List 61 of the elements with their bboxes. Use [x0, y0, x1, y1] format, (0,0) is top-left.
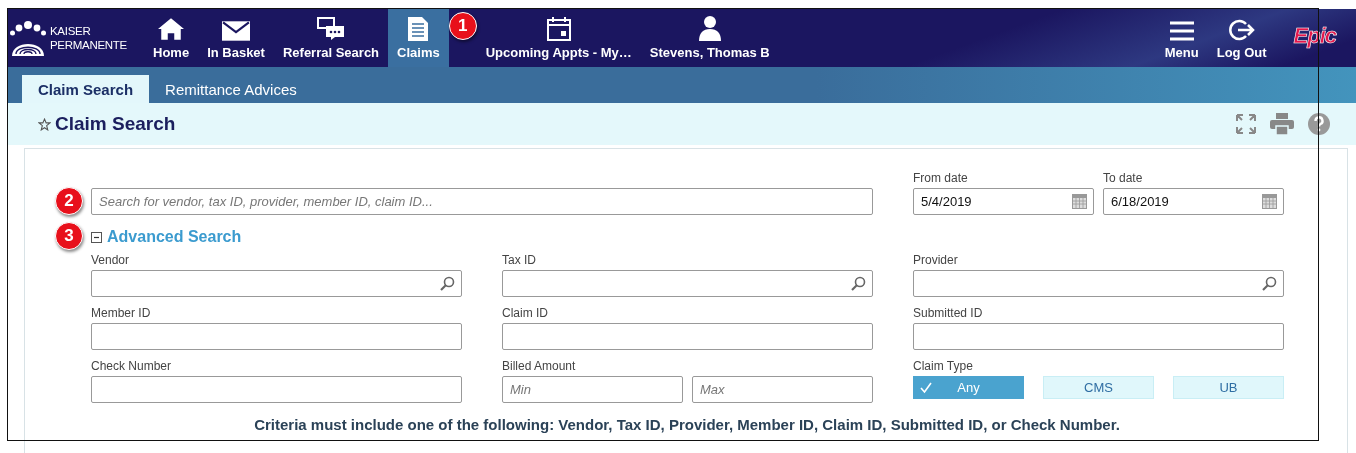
date-field[interactable]: 6/18/2019	[1103, 188, 1284, 215]
calendar-icon[interactable]	[1072, 194, 1087, 209]
callout-badge: 3	[55, 222, 83, 250]
nav-tab[interactable]: Referral Search	[273, 9, 389, 67]
menu-icon	[1169, 21, 1194, 41]
field-label: To date	[1103, 171, 1144, 185]
document-icon	[408, 17, 429, 41]
print-icon[interactable]	[1270, 113, 1294, 135]
help-icon[interactable]	[1308, 113, 1330, 135]
nav-tab[interactable]: Home	[144, 9, 199, 67]
field-label: Claim Type	[913, 359, 974, 373]
sub-tab[interactable]: Remittance Advices	[149, 75, 313, 103]
search-icon[interactable]	[1261, 276, 1277, 292]
home-icon	[158, 17, 185, 41]
criteria-note: Criteria must include one of the following: Vendor, Tax ID, Provider, Member ID, Claim ID, Submitted ID, or Check Number.	[253, 416, 1121, 433]
collapse-icon[interactable]	[91, 231, 102, 243]
search-icon[interactable]	[439, 276, 455, 292]
lookup-field[interactable]	[91, 270, 462, 297]
star-icon[interactable]	[38, 117, 51, 131]
logo-text: KAISER PERMANENTE	[50, 24, 127, 52]
input-field[interactable]	[91, 376, 462, 403]
check-icon	[920, 382, 932, 394]
person-icon	[697, 15, 722, 41]
field-label: Provider	[913, 253, 959, 267]
search-field[interactable]: Search for vendor, tax ID, provider, member ID, claim ID...	[91, 188, 873, 215]
field-label: Billed Amount	[502, 359, 577, 373]
nav-tab[interactable]: Upcoming Appts - My…	[476, 9, 641, 67]
input-field[interactable]	[91, 323, 462, 350]
date-field[interactable]: 5/4/2019	[913, 188, 1094, 215]
expand-icon[interactable]	[1236, 114, 1256, 134]
sub-tab[interactable]: Claim Search	[22, 75, 150, 103]
envelope-icon	[222, 21, 251, 41]
chat-bubbles-icon	[317, 17, 345, 41]
toggle-button[interactable]: CMS	[1043, 376, 1154, 399]
field-label: Check Number	[91, 359, 173, 373]
input-field[interactable]	[502, 323, 873, 350]
field-label: Claim ID	[502, 306, 549, 320]
field-label: Submitted ID	[913, 306, 984, 320]
calendar-icon[interactable]	[1262, 194, 1277, 209]
toggle-button[interactable]: UB	[1173, 376, 1284, 399]
input-field[interactable]: Min	[502, 376, 683, 403]
input-field[interactable]	[913, 323, 1284, 350]
calendar-icon	[546, 17, 571, 41]
lookup-field[interactable]	[913, 270, 1284, 297]
field-label: From date	[913, 171, 969, 185]
menu-button[interactable]: Menu	[1155, 9, 1208, 67]
callout-badge: 1	[448, 12, 477, 40]
callout-badge: 2	[55, 187, 83, 215]
nav-tab[interactable]: Stevens, Thomas B	[640, 9, 779, 67]
nav-tab[interactable]: Claims	[388, 9, 449, 67]
logout-button[interactable]: Log Out	[1207, 9, 1276, 67]
nav-tab[interactable]: In Basket	[198, 9, 274, 67]
field-label: Tax ID	[502, 253, 537, 267]
brand-logo: Epic	[1293, 23, 1336, 49]
logout-icon	[1227, 19, 1256, 41]
page-title: Claim Search	[55, 113, 176, 135]
field-label: Member ID	[91, 306, 152, 320]
search-icon[interactable]	[850, 276, 866, 292]
lookup-field[interactable]	[502, 270, 873, 297]
field-label: Vendor	[91, 253, 131, 267]
input-field[interactable]: Max	[692, 376, 873, 403]
